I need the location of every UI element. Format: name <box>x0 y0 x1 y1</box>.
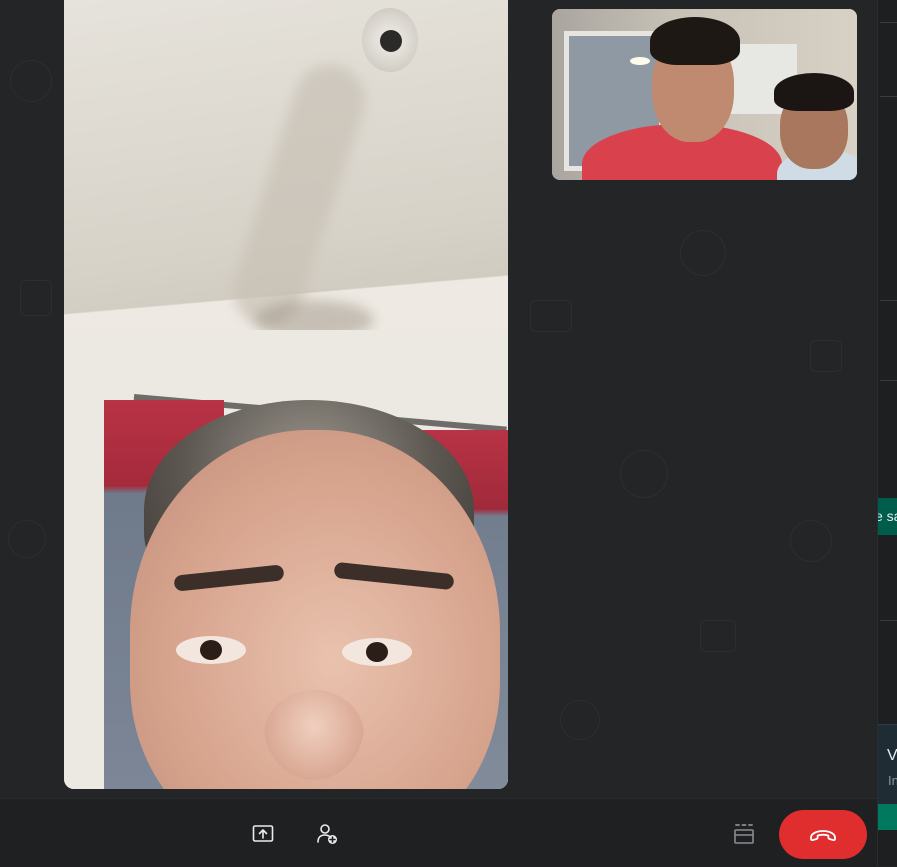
end-call-icon <box>810 829 836 841</box>
add-participant-icon <box>317 824 337 844</box>
chat-message-bubble[interactable]: e sa <box>878 498 897 535</box>
layout-icon <box>734 824 754 844</box>
chat-notification-card[interactable]: V In <box>878 724 897 805</box>
chat-notification-subtitle: In <box>888 773 897 788</box>
add-participant-button[interactable] <box>309 816 345 852</box>
layout-button[interactable] <box>726 816 762 852</box>
self-video-thumbnail[interactable] <box>552 9 857 180</box>
remote-video-feed[interactable] <box>64 0 508 789</box>
call-control-bar <box>0 798 877 867</box>
chat-action-strip[interactable] <box>878 804 897 830</box>
share-screen-icon <box>252 825 274 842</box>
chat-message-text: e sa <box>878 508 897 524</box>
share-screen-button[interactable] <box>245 816 281 852</box>
chat-notification-title: V <box>887 747 897 764</box>
end-call-button[interactable] <box>779 810 867 859</box>
